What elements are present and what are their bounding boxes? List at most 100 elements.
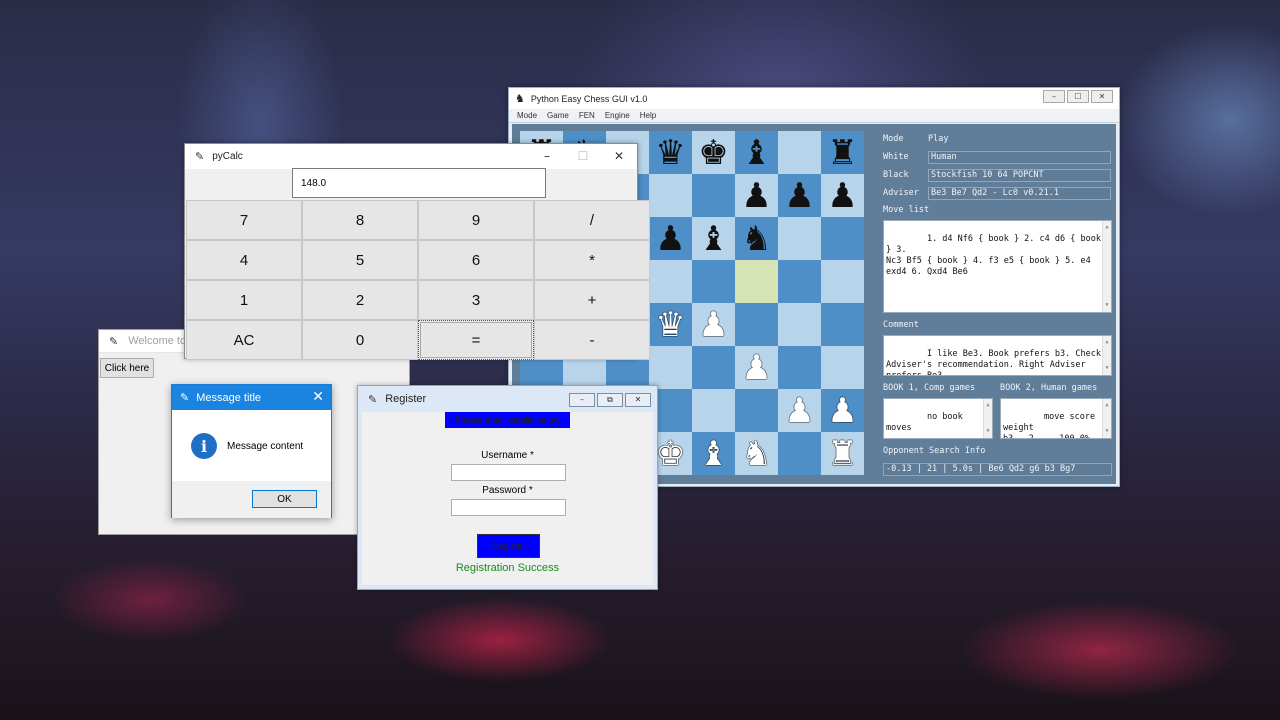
close-button[interactable]: ✕ bbox=[601, 144, 637, 169]
white-queen-icon[interactable]: ♛ bbox=[655, 308, 685, 342]
book1-box[interactable]: no book moves ▲ ▼ bbox=[883, 398, 993, 439]
black-pawn-icon[interactable]: ♟ bbox=[784, 179, 814, 213]
board-square[interactable] bbox=[821, 346, 864, 389]
white-pawn-icon[interactable]: ♟ bbox=[741, 351, 771, 385]
maximize-button[interactable]: ☐ bbox=[1067, 90, 1089, 103]
black-bishop-icon[interactable]: ♝ bbox=[698, 222, 728, 256]
board-square[interactable] bbox=[692, 260, 735, 303]
white-pawn-icon[interactable]: ♟ bbox=[827, 394, 857, 428]
black-player-field[interactable]: Stockfish 10 64 POPCNT bbox=[928, 168, 1111, 182]
message-titlebar[interactable]: ✎ Message title ✕ bbox=[172, 385, 331, 410]
board-square[interactable] bbox=[649, 346, 692, 389]
menu-game[interactable]: Game bbox=[547, 111, 569, 120]
board-square[interactable] bbox=[821, 260, 864, 303]
board-square[interactable]: ♜ bbox=[821, 432, 864, 475]
board-square[interactable]: ♝ bbox=[692, 217, 735, 260]
key-plus[interactable]: + bbox=[534, 280, 650, 320]
board-square[interactable] bbox=[778, 260, 821, 303]
white-rook-icon[interactable]: ♜ bbox=[827, 437, 857, 471]
board-square[interactable]: ♟ bbox=[778, 174, 821, 217]
maximize-button[interactable]: ☐ bbox=[565, 144, 601, 169]
book1-scrollbar[interactable]: ▲ ▼ bbox=[983, 399, 992, 438]
black-queen-icon[interactable]: ♛ bbox=[655, 136, 685, 170]
black-king-icon[interactable]: ♚ bbox=[698, 136, 728, 170]
key-minus[interactable]: - bbox=[534, 320, 650, 360]
board-square[interactable] bbox=[735, 260, 778, 303]
comment-box[interactable]: I like Be3. Book prefers b3. Check Advis… bbox=[883, 335, 1112, 376]
board-square[interactable]: ♟ bbox=[692, 303, 735, 346]
white-bishop-icon[interactable]: ♝ bbox=[698, 437, 728, 471]
comment-scrollbar[interactable]: ▲ ▼ bbox=[1102, 336, 1111, 375]
board-square[interactable]: ♚ bbox=[692, 131, 735, 174]
board-square[interactable]: ♛ bbox=[649, 303, 692, 346]
key-3[interactable]: 3 bbox=[418, 280, 534, 320]
black-knight-icon[interactable]: ♞ bbox=[741, 222, 771, 256]
board-square[interactable]: ♞ bbox=[735, 217, 778, 260]
key-8[interactable]: 8 bbox=[302, 200, 418, 240]
black-pawn-icon[interactable]: ♟ bbox=[655, 222, 685, 256]
board-square[interactable] bbox=[778, 131, 821, 174]
minimize-button[interactable]: – bbox=[569, 393, 595, 407]
movelist-scrollbar[interactable]: ▲ ▼ bbox=[1102, 221, 1111, 312]
key-divide[interactable]: / bbox=[534, 200, 650, 240]
black-rook-icon[interactable]: ♜ bbox=[827, 136, 857, 170]
key-9[interactable]: 9 bbox=[418, 200, 534, 240]
board-square[interactable]: ♟ bbox=[735, 346, 778, 389]
board-square[interactable] bbox=[649, 174, 692, 217]
username-field[interactable] bbox=[451, 464, 566, 481]
minimize-button[interactable]: – bbox=[1043, 90, 1065, 103]
key-6[interactable]: 6 bbox=[418, 240, 534, 280]
register-button[interactable]: Register bbox=[477, 534, 540, 558]
board-square[interactable] bbox=[692, 174, 735, 217]
book2-box[interactable]: move score weight b3 2 100.0% ▲ ▼ bbox=[1000, 398, 1112, 439]
board-square[interactable] bbox=[735, 303, 778, 346]
board-square[interactable] bbox=[778, 432, 821, 475]
key-clear[interactable]: AC bbox=[186, 320, 302, 360]
white-knight-icon[interactable]: ♞ bbox=[741, 437, 771, 471]
board-square[interactable]: ♟ bbox=[735, 174, 778, 217]
board-square[interactable] bbox=[735, 389, 778, 432]
close-button[interactable]: ✕ bbox=[625, 393, 651, 407]
board-square[interactable]: ♟ bbox=[649, 217, 692, 260]
calc-display[interactable]: 148.0 bbox=[292, 168, 546, 198]
board-square[interactable] bbox=[821, 303, 864, 346]
board-square[interactable]: ♝ bbox=[735, 131, 778, 174]
password-field[interactable] bbox=[451, 499, 566, 516]
close-button[interactable]: ✕ bbox=[1091, 90, 1113, 103]
board-square[interactable]: ♛ bbox=[649, 131, 692, 174]
black-pawn-icon[interactable]: ♟ bbox=[827, 179, 857, 213]
book2-scrollbar[interactable]: ▲ ▼ bbox=[1102, 399, 1111, 438]
board-square[interactable] bbox=[821, 217, 864, 260]
restore-button[interactable]: ⧉ bbox=[597, 393, 623, 407]
white-pawn-icon[interactable]: ♟ bbox=[784, 394, 814, 428]
board-square[interactable] bbox=[692, 346, 735, 389]
board-square[interactable] bbox=[778, 303, 821, 346]
board-square[interactable] bbox=[778, 217, 821, 260]
key-2[interactable]: 2 bbox=[302, 280, 418, 320]
menu-fen[interactable]: FEN bbox=[579, 111, 595, 120]
chess-titlebar[interactable]: ♞ Python Easy Chess GUI v1.0 – ☐ ✕ bbox=[509, 88, 1119, 109]
board-square[interactable]: ♟ bbox=[821, 174, 864, 217]
click-here-button[interactable]: Click here bbox=[100, 358, 154, 378]
key-4[interactable]: 4 bbox=[186, 240, 302, 280]
key-5[interactable]: 5 bbox=[302, 240, 418, 280]
board-square[interactable]: ♝ bbox=[692, 432, 735, 475]
minimize-button[interactable]: – bbox=[529, 144, 565, 169]
close-icon[interactable]: ✕ bbox=[312, 389, 324, 405]
adviser-field[interactable]: Be3 Be7 Qd2 - Lc0 v0.21.1 bbox=[928, 186, 1111, 200]
menu-mode[interactable]: Mode bbox=[517, 111, 537, 120]
key-equals[interactable]: = bbox=[418, 320, 534, 360]
white-king-icon[interactable]: ♚ bbox=[655, 437, 685, 471]
black-bishop-icon[interactable]: ♝ bbox=[741, 136, 771, 170]
board-square[interactable] bbox=[649, 260, 692, 303]
key-multiply[interactable]: * bbox=[534, 240, 650, 280]
board-square[interactable] bbox=[778, 346, 821, 389]
key-0[interactable]: 0 bbox=[302, 320, 418, 360]
black-pawn-icon[interactable]: ♟ bbox=[741, 179, 771, 213]
board-square[interactable]: ♞ bbox=[735, 432, 778, 475]
white-player-field[interactable]: Human bbox=[928, 150, 1111, 164]
board-square[interactable] bbox=[692, 389, 735, 432]
movelist-box[interactable]: 1. d4 Nf6 { book } 2. c4 d6 { book } 3. … bbox=[883, 220, 1112, 313]
search-info-field[interactable]: -0.13 | 21 | 5.0s | Be6 Qd2 g6 b3 Bg7 bbox=[883, 462, 1112, 476]
menu-help[interactable]: Help bbox=[640, 111, 656, 120]
